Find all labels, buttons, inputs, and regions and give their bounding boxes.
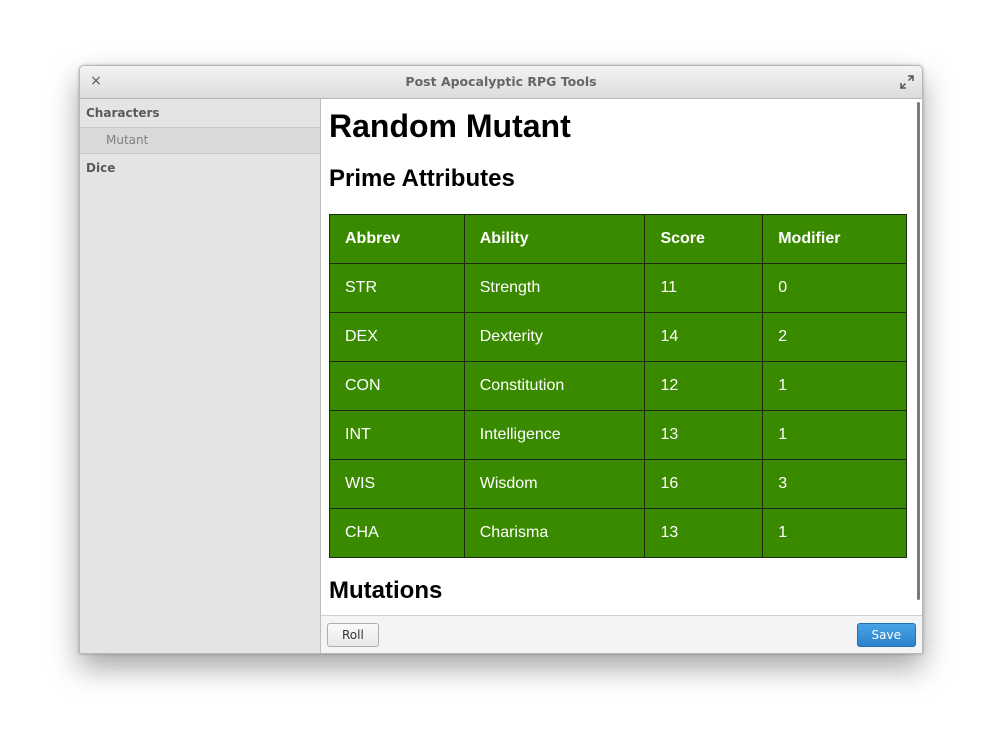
column-header-score: Score — [644, 214, 764, 264]
cell-score: 13 — [644, 508, 764, 558]
prime-attributes-heading: Prime Attributes — [329, 165, 515, 192]
roll-button[interactable]: Roll — [327, 623, 379, 647]
sidebar-section-characters[interactable]: Characters — [80, 99, 320, 127]
column-header-abbrev: Abbrev — [329, 214, 465, 264]
cell-abbrev: STR — [329, 263, 465, 313]
cell-ability: Charisma — [463, 508, 646, 558]
cell-modifier: 1 — [762, 410, 907, 460]
cell-score: 11 — [644, 263, 764, 313]
cell-score: 13 — [644, 410, 764, 460]
cell-abbrev: DEX — [329, 312, 465, 362]
maximize-icon[interactable] — [900, 75, 914, 89]
attributes-table: Abbrev Ability Score Modifier STR Streng… — [329, 214, 907, 558]
main-content: Random Mutant Prime Attributes Abbrev Ab… — [321, 99, 922, 615]
window-title: Post Apocalyptic RPG Tools — [405, 74, 597, 89]
page-title: Random Mutant — [329, 108, 571, 144]
cell-modifier: 1 — [762, 361, 907, 411]
column-header-modifier: Modifier — [762, 214, 907, 264]
table-row: DEX Dexterity 14 2 — [329, 312, 907, 362]
table-header-row: Abbrev Ability Score Modifier — [329, 214, 907, 264]
action-bar: Roll Save — [321, 615, 922, 653]
cell-score: 12 — [644, 361, 764, 411]
titlebar: × Post Apocalyptic RPG Tools — [80, 66, 922, 99]
column-header-ability: Ability — [463, 214, 646, 264]
table-row: CON Constitution 12 1 — [329, 361, 907, 411]
cell-ability: Intelligence — [463, 410, 646, 460]
save-button[interactable]: Save — [856, 623, 916, 647]
cell-abbrev: CON — [329, 361, 465, 411]
cell-modifier: 2 — [762, 312, 907, 362]
cell-ability: Strength — [463, 263, 646, 313]
cell-score: 14 — [644, 312, 764, 362]
table-row: STR Strength 11 0 — [329, 263, 907, 313]
vertical-scrollbar[interactable] — [917, 102, 920, 600]
cell-modifier: 0 — [762, 263, 907, 313]
mutations-heading: Mutations — [329, 577, 443, 604]
cell-score: 16 — [644, 459, 764, 509]
sidebar-section-dice[interactable]: Dice — [80, 154, 320, 182]
cell-ability: Wisdom — [463, 459, 646, 509]
cell-ability: Dexterity — [463, 312, 646, 362]
cell-modifier: 3 — [762, 459, 907, 509]
table-row: CHA Charisma 13 1 — [329, 508, 907, 558]
cell-ability: Constitution — [463, 361, 646, 411]
table-row: WIS Wisdom 16 3 — [329, 459, 907, 509]
app-window: × Post Apocalyptic RPG Tools Characters … — [79, 65, 923, 654]
sidebar: Characters Mutant Dice — [80, 99, 321, 653]
cell-abbrev: WIS — [329, 459, 465, 509]
cell-abbrev: INT — [329, 410, 465, 460]
cell-abbrev: CHA — [329, 508, 465, 558]
table-row: INT Intelligence 13 1 — [329, 410, 907, 460]
sidebar-item-mutant[interactable]: Mutant — [80, 127, 320, 154]
cell-modifier: 1 — [762, 508, 907, 558]
